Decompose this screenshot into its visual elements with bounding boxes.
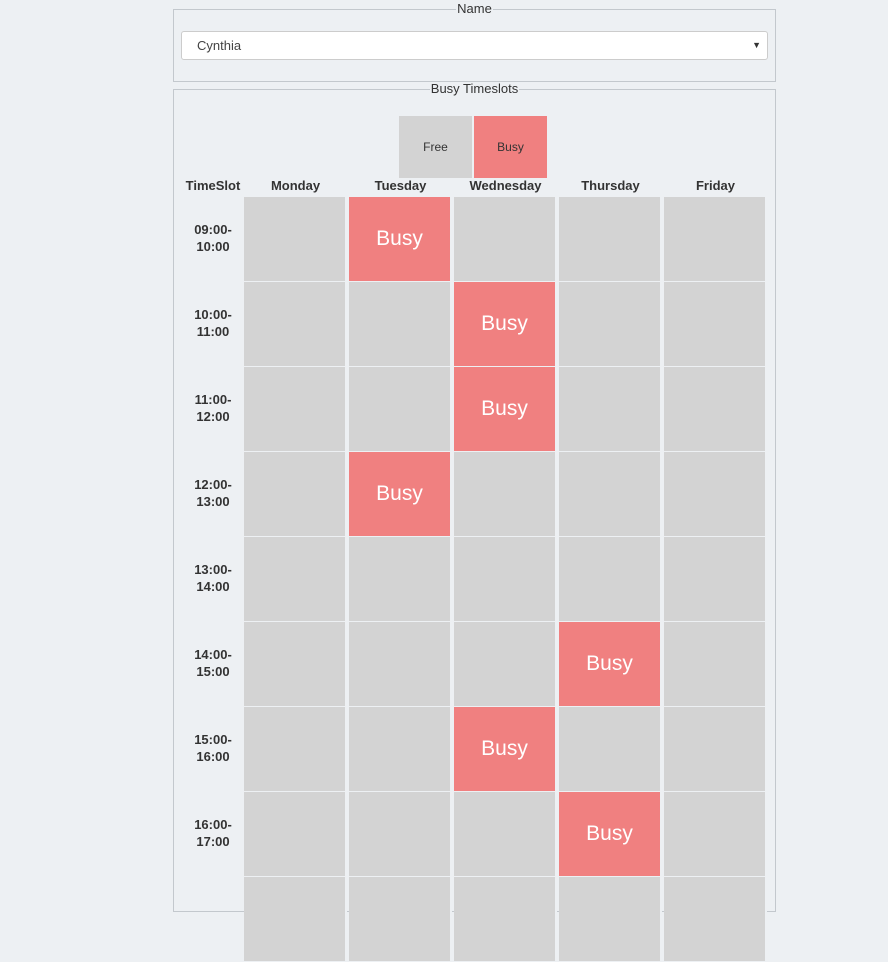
timeslot-cell-thursday[interactable] [559,877,662,962]
timeslot-cell-thursday[interactable] [559,537,662,622]
timeslot-cell-wednesday[interactable] [454,452,557,537]
day-header-tuesday: Tuesday [374,178,427,193]
busy-timeslots-fieldset: Busy Timeslots Free Busy TimeSlot Monday… [173,81,776,962]
timeslot-cell-wednesday[interactable]: Busy [454,367,557,452]
timeslot-cell-monday[interactable] [244,197,347,282]
timeslot-cell-monday[interactable] [244,707,347,792]
timeslot-label: 13:00- 14:00 [178,561,248,595]
timeslot-cell-tuesday[interactable]: Busy [349,197,452,282]
timeslot-cell-wednesday[interactable] [454,197,557,282]
busy-key: Busy [474,116,547,178]
timeslot-cell-friday[interactable] [664,367,767,452]
timeslot-cell-tuesday[interactable] [349,622,452,707]
timeslot-cell-friday[interactable] [664,537,767,622]
timeslot-cell-thursday[interactable] [559,707,662,792]
timeslot-cell-thursday[interactable]: Busy [559,792,662,877]
day-header-wednesday: Wednesday [469,178,542,193]
timeslot-cell-tuesday[interactable] [349,537,452,622]
timeslot-cell-wednesday[interactable]: Busy [454,707,557,792]
timeslot-cell-thursday[interactable] [559,452,662,537]
name-select-value: Cynthia [197,38,242,53]
timeslot-cell-friday[interactable] [664,282,767,367]
timeslot-label: 12:00- 13:00 [178,476,248,510]
timeslot-cell-friday[interactable] [664,792,767,877]
timeslot-cell-monday[interactable] [244,282,347,367]
day-header-friday: Friday [695,178,735,193]
timeslot-end: 14:00 [196,579,230,594]
timeslot-label: 14:00- 15:00 [178,646,248,680]
busy-label: Busy [481,737,528,760]
timeslot-start: 09:00- [194,222,232,237]
timeslot-label: 16:00- 17:00 [178,816,248,850]
timeslot-cell-monday[interactable] [244,792,347,877]
timeslot-cell-tuesday[interactable]: Busy [349,452,452,537]
timeslot-end: 10:00 [196,239,230,254]
timeslot-start: 14:00- [194,647,232,662]
timeslot-cell-friday[interactable] [664,622,767,707]
busy-timeslots-legend: Busy Timeslots [430,81,519,96]
timeslot-cell-wednesday[interactable]: Busy [454,282,557,367]
free-key: Free [399,116,472,178]
name-legend: Name [457,1,492,16]
timeslot-cell-thursday[interactable] [559,197,662,282]
timeslot-cell-friday[interactable] [664,707,767,792]
timeslot-cell-friday[interactable] [664,452,767,537]
timeslot-cell-wednesday[interactable] [454,792,557,877]
timeslot-label: 10:00- 11:00 [178,306,248,340]
busy-label: Busy [586,822,633,845]
timeslot-label: 11:00- 12:00 [178,391,248,425]
timeslot-header: TimeSlot [185,178,241,193]
timeslot-start: 16:00- [194,817,232,832]
timeslot-start: 12:00- [194,477,232,492]
timeslot-cell-thursday[interactable] [559,367,662,452]
timeslot-start: 13:00- [194,562,232,577]
timeslot-cell-monday[interactable] [244,367,347,452]
day-header-thursday: Thursday [581,178,640,193]
busy-label: Busy [376,227,423,250]
day-header-monday: Monday [270,178,321,193]
timeslot-start: 15:00- [194,732,232,747]
busy-label: Busy [481,312,528,335]
timeslot-cell-wednesday[interactable] [454,537,557,622]
timeslot-cell-friday[interactable] [664,877,767,962]
timeslot-end: 13:00 [196,494,230,509]
timeslot-end: 12:00 [196,409,230,424]
timeslot-end: 15:00 [196,664,230,679]
timeslot-cell-friday[interactable] [664,197,767,282]
busy-label: Busy [376,482,423,505]
timeslot-cell-thursday[interactable] [559,282,662,367]
timeslot-cell-monday[interactable] [244,877,347,962]
timeslot-label: 15:00- 16:00 [178,731,248,765]
timeslot-cell-monday[interactable] [244,622,347,707]
timeslot-cell-wednesday[interactable] [454,622,557,707]
timeslot-cell-tuesday[interactable] [349,707,452,792]
timeslot-start: 10:00- [194,307,232,322]
timeslot-cell-tuesday[interactable] [349,792,452,877]
timeslot-cell-thursday[interactable]: Busy [559,622,662,707]
timeslot-label: 09:00- 10:00 [178,221,248,255]
timeslot-cell-tuesday[interactable] [349,877,452,962]
name-fieldset: Name Cynthia ▼ [173,2,776,82]
timeslot-cell-wednesday[interactable] [454,877,557,962]
timeslot-start: 11:00- [194,392,232,407]
timeslot-cell-monday[interactable] [244,537,347,622]
busy-label: Busy [586,652,633,675]
busy-label: Busy [481,397,528,420]
timeslot-end: 16:00 [196,749,230,764]
chevron-down-icon: ▼ [752,40,761,50]
timeslot-cell-tuesday[interactable] [349,367,452,452]
timeslot-cell-monday[interactable] [244,452,347,537]
timeslot-end: 11:00 [196,324,230,339]
timeslot-end: 17:00 [196,834,230,849]
name-select[interactable]: Cynthia ▼ [181,31,768,60]
timeslot-cell-tuesday[interactable] [349,282,452,367]
